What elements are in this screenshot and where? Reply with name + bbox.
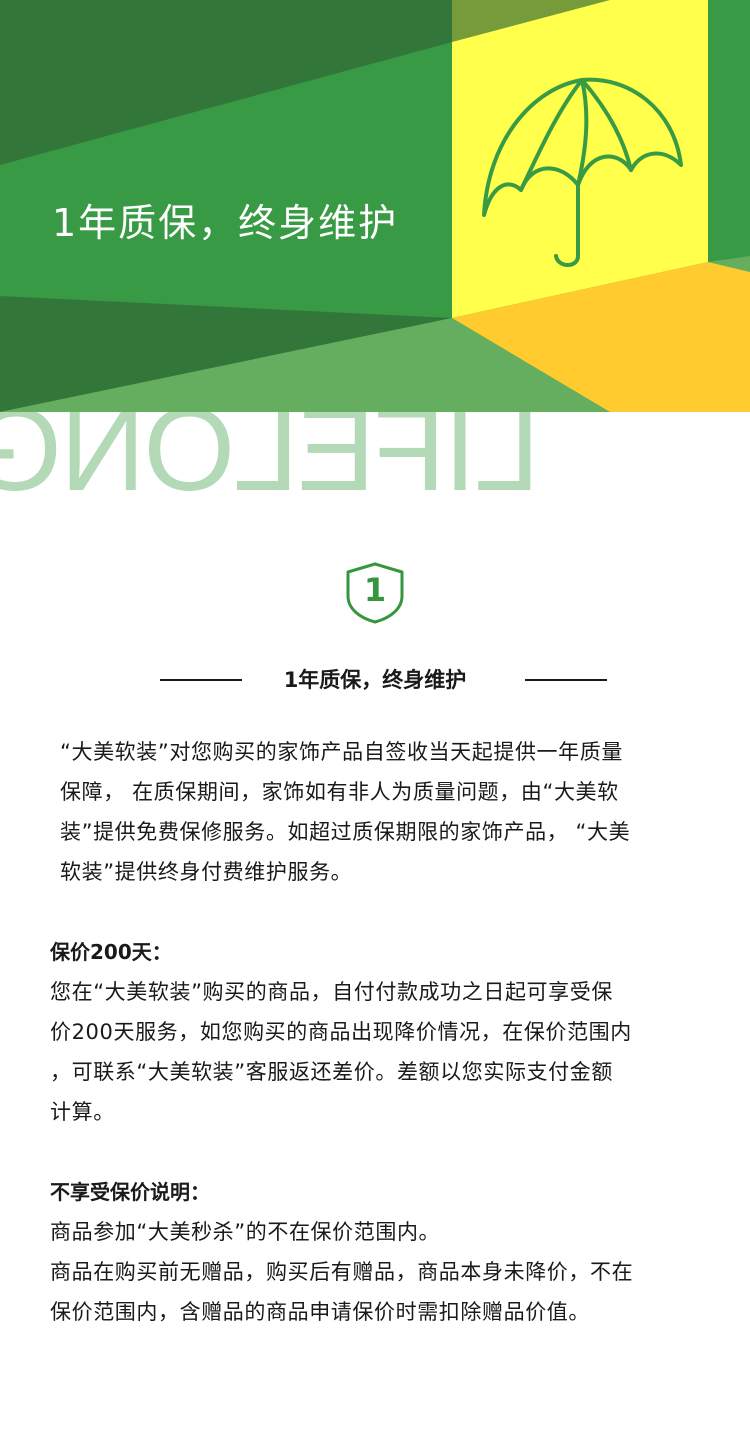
exclusions-line: 保价范围内，含赠品的商品申请保价时需扣除赠品价值。 bbox=[50, 1300, 590, 1324]
hero-banner: 1年质保，终身维护 bbox=[0, 0, 750, 412]
price-protection-line: 计算。 bbox=[50, 1100, 115, 1124]
price-protection-paragraph: 您在“大美软装”购买的商品，自付付款成功之日起可享受保 价200天服务，如您购买… bbox=[50, 972, 700, 1132]
exclusions-line: 商品参加“大美秒杀”的不在保价范围内。 bbox=[50, 1220, 441, 1244]
intro-line: “大美软装”对您购买的家饰产品自签收当天起提供一年质量 bbox=[60, 740, 623, 764]
umbrella-icon bbox=[482, 77, 683, 267]
banner-title: 1年质保，终身维护 bbox=[52, 201, 399, 245]
exclusions-title: 不享受保价说明： bbox=[50, 1180, 210, 1204]
price-protection-title: 保价200天： bbox=[50, 940, 172, 964]
warranty-content: “大美软装”对您购买的家饰产品自签收当天起提供一年质量 保障， 在质保期间，家饰… bbox=[50, 732, 700, 1332]
heading-divider-right bbox=[525, 679, 607, 681]
intro-line: 保障， 在质保期间，家饰如有非人为质量问题，由“大美软 bbox=[60, 780, 619, 804]
price-protection-line: ，可联系“大美软装”客服返还差价。差额以您实际支付金额 bbox=[50, 1060, 613, 1084]
price-protection-line: 价200天服务，如您购买的商品出现降价情况，在保价范围内 bbox=[50, 1020, 632, 1044]
intro-line: 软装”提供终身付费维护服务。 bbox=[60, 860, 353, 884]
watermark-art: LIFELONG bbox=[0, 412, 540, 502]
intro-paragraph: “大美软装”对您购买的家饰产品自签收当天起提供一年质量 保障， 在质保期间，家饰… bbox=[50, 732, 700, 892]
watermark-lifelong: LIFELONG bbox=[0, 412, 750, 502]
section-heading-row: 1年质保，终身维护 bbox=[0, 660, 750, 700]
exclusions-line: 商品在购买前无赠品，购买后有赠品，商品本身未降价，不在 bbox=[50, 1260, 634, 1284]
exclusions-paragraph: 商品参加“大美秒杀”的不在保价范围内。 商品在购买前无赠品，购买后有赠品，商品本… bbox=[50, 1212, 700, 1332]
watermark-text: LIFELONG bbox=[0, 412, 540, 502]
badge-number: 1 bbox=[363, 571, 387, 609]
intro-line: 装”提供免费保修服务。如超过质保期限的家饰产品， “大美 bbox=[60, 820, 631, 844]
price-protection-line: 您在“大美软装”购买的商品，自付付款成功之日起可享受保 bbox=[50, 980, 613, 1004]
section-heading: 1年质保，终身维护 bbox=[283, 668, 467, 692]
banner-right-green-shape bbox=[708, 0, 750, 262]
